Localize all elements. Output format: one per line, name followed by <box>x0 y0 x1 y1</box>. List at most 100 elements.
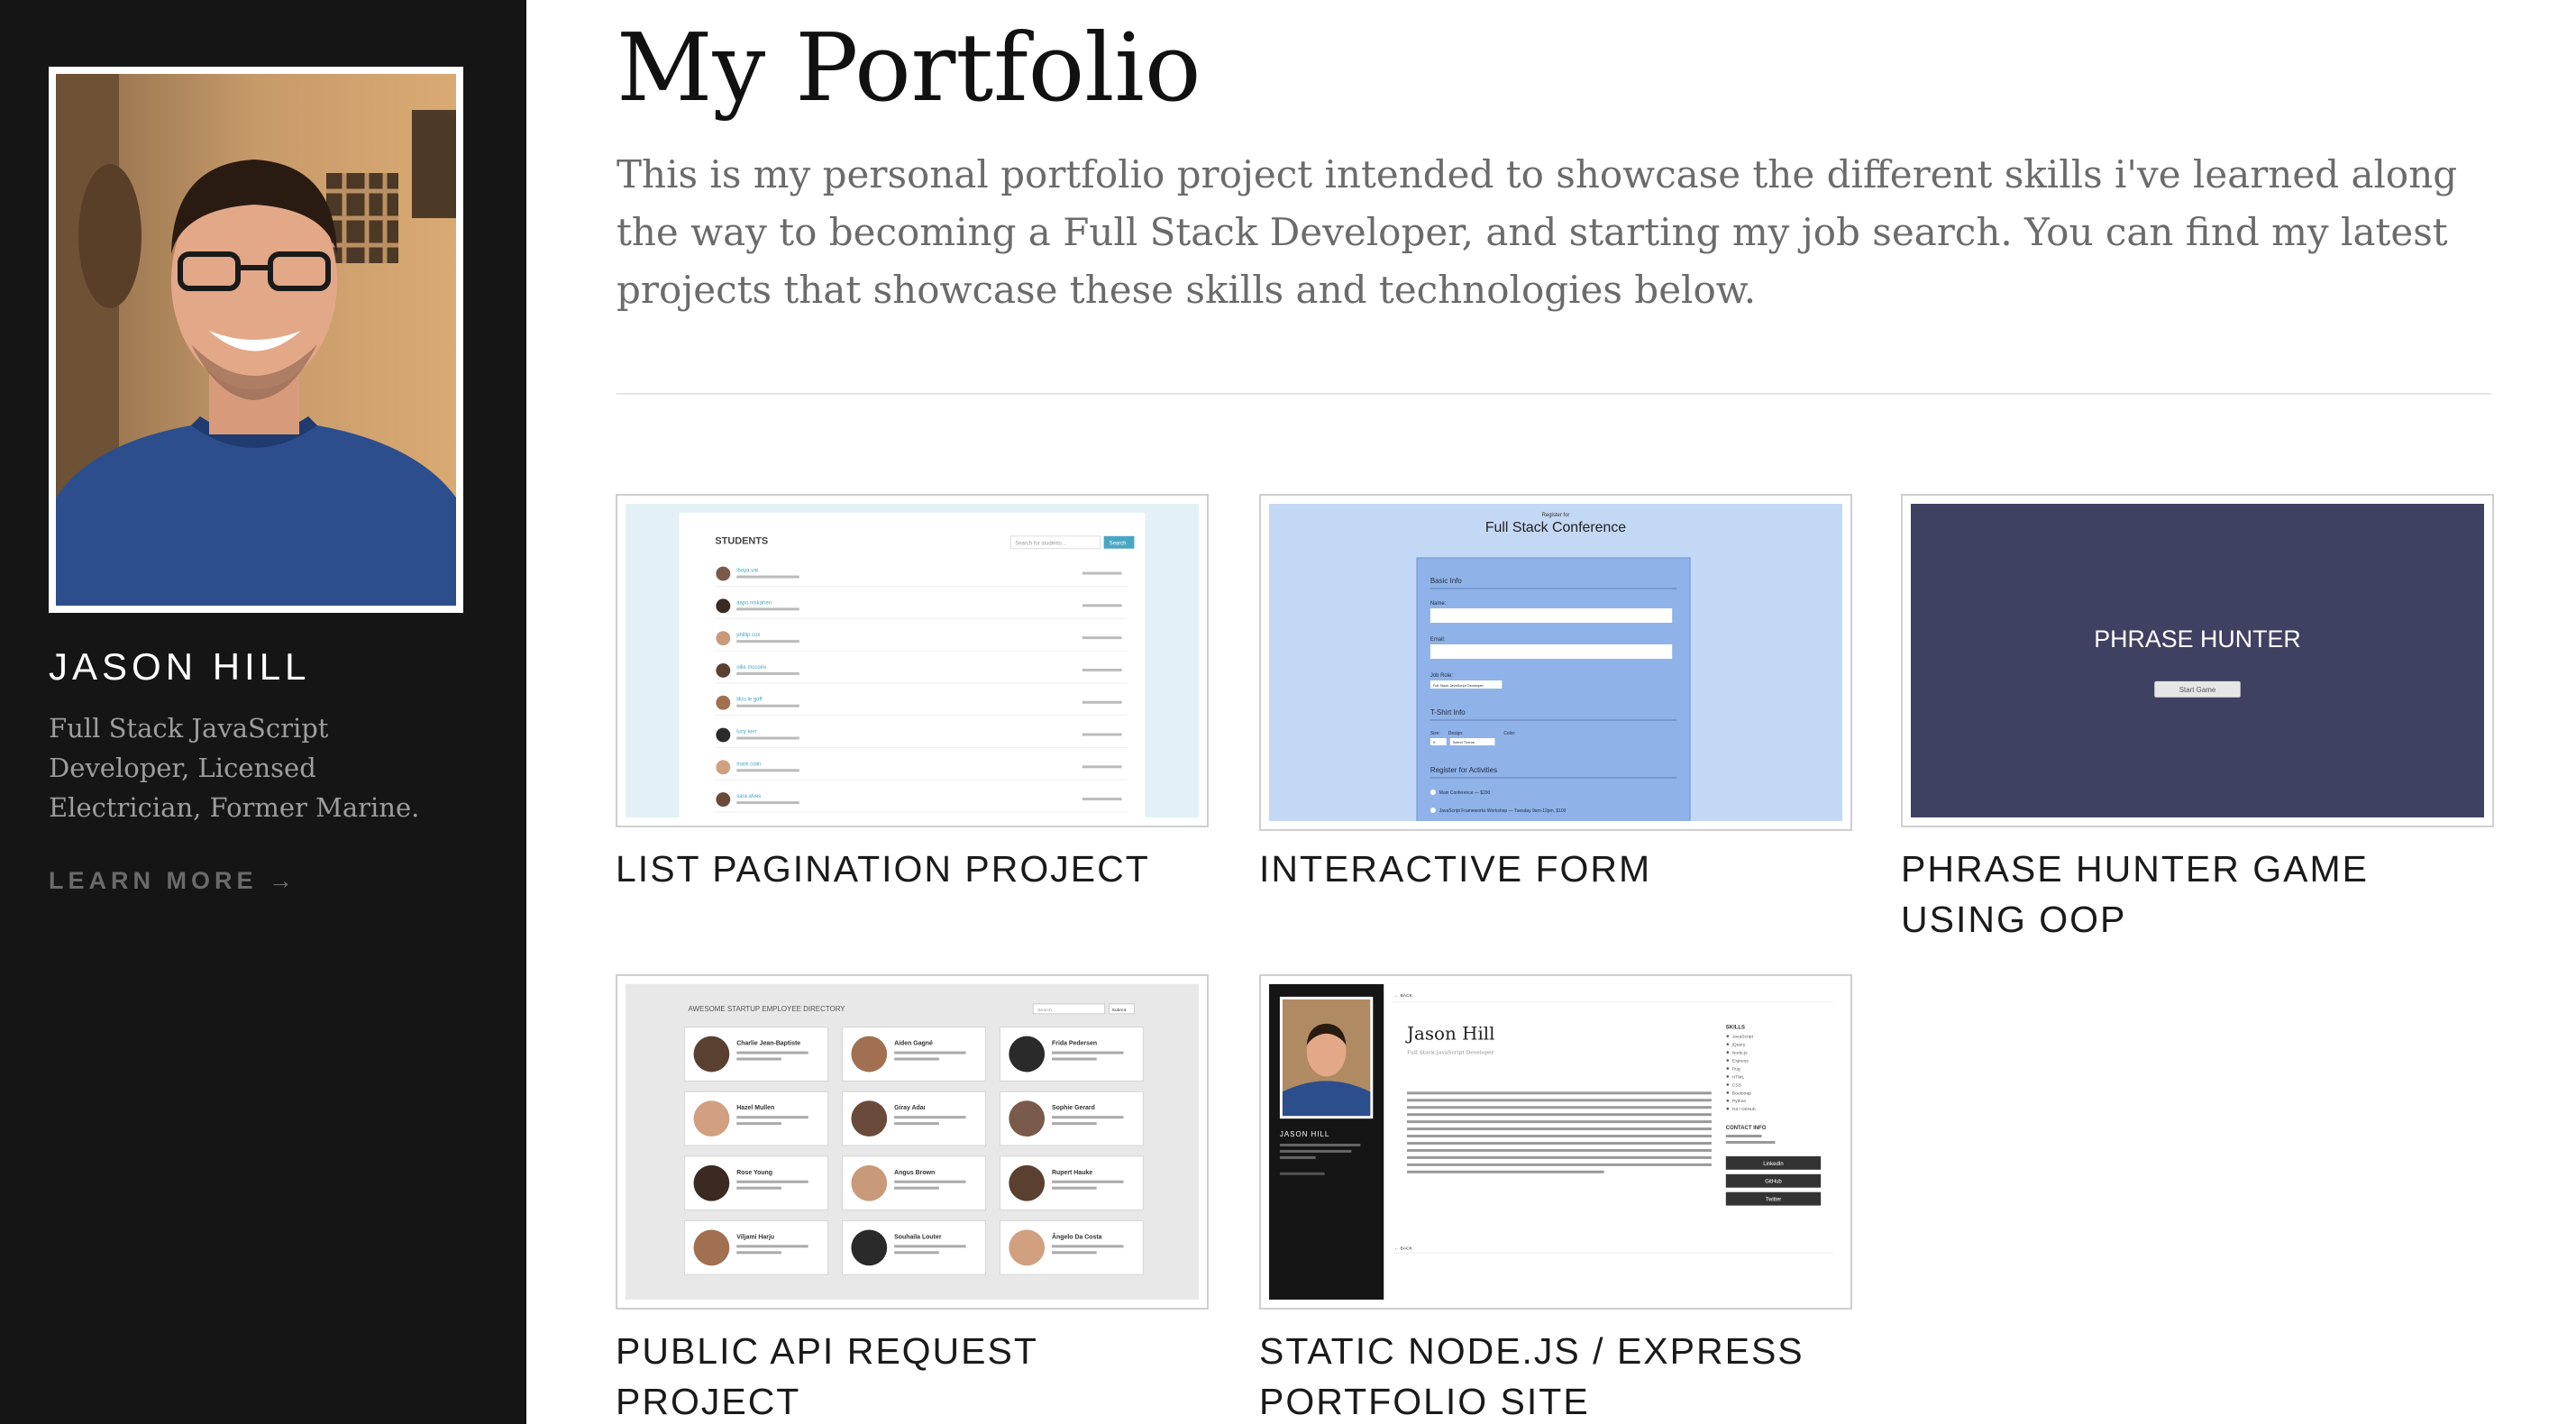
employee-name: Souhaila Louter <box>894 1234 942 1240</box>
student-name: lucy kerr <box>736 730 757 735</box>
project-card-phrase-hunter[interactable]: PHRASE HUNTER Start Game PHRASE HUNTER G… <box>1901 494 2496 945</box>
svg-text:Full Stack JavaScript Develope: Full Stack JavaScript Developer <box>1433 683 1484 688</box>
employee-avatar <box>693 1036 730 1073</box>
svg-text:S: S <box>1433 740 1436 744</box>
student-name: iboya vat <box>736 569 758 574</box>
skill-item: Node.js <box>1732 1051 1748 1056</box>
employee-avatar <box>693 1164 730 1201</box>
svg-text:GitHub: GitHub <box>1765 1180 1782 1185</box>
employee-avatar <box>851 1164 888 1201</box>
svg-text:Email:: Email: <box>1430 637 1446 643</box>
thumb-heading: STUDENTS <box>715 536 768 547</box>
employee-avatar <box>851 1036 888 1073</box>
project-card-interactive-form[interactable]: Register for Full Stack Conference Basic… <box>1259 494 1854 894</box>
svg-text:Color:: Color: <box>1503 731 1515 736</box>
svg-text:Design:: Design: <box>1448 731 1464 736</box>
skill-item: JavaScript <box>1732 1035 1754 1040</box>
skill-item: HTML <box>1732 1074 1745 1080</box>
svg-text:CONTACT INFO: CONTACT INFO <box>1726 1126 1767 1131</box>
thumb-start-button: Start Game <box>2179 686 2216 694</box>
employee-name: Angus Brown <box>894 1170 935 1176</box>
employee-name: Hazel Mullen <box>736 1105 774 1111</box>
project-card-list-pagination[interactable]: STUDENTS Search for students... Search i… <box>616 494 1210 894</box>
svg-text:Full Stack JavaScript Develope: Full Stack JavaScript Developer <box>1407 1050 1494 1056</box>
employee-name: Charlie Jean-Baptiste <box>736 1041 800 1047</box>
student-avatar <box>716 760 731 775</box>
svg-text:JASON HILL: JASON HILL <box>1280 1130 1329 1138</box>
svg-text:← BACK: ← BACK <box>1394 993 1413 999</box>
svg-text:← BACK: ← BACK <box>1394 1246 1413 1251</box>
employee-name: Ângelo Da Costa <box>1052 1232 1102 1240</box>
project-title[interactable]: PHRASE HUNTER GAME USING OOP <box>1901 844 2496 945</box>
skill-item: jQuery <box>1731 1043 1746 1048</box>
skill-item: Python <box>1732 1099 1747 1104</box>
thumb-heading: AWESOME STARTUP EMPLOYEE DIRECTORY <box>689 1005 846 1013</box>
profile-name: JASON HILL <box>49 645 311 688</box>
skill-item: Bootstrap <box>1732 1091 1751 1096</box>
svg-text:Basic Info: Basic Info <box>1430 577 1462 585</box>
project-title[interactable]: LIST PAGINATION PROJECT <box>616 844 1210 894</box>
employee-name: Giray Adaı <box>894 1105 926 1111</box>
svg-text:Size:: Size: <box>1430 731 1440 736</box>
student-avatar <box>716 631 731 646</box>
profile-tagline: Full Stack JavaScript Developer, License… <box>49 713 420 823</box>
employee-name: Rupert Hauke <box>1052 1170 1092 1176</box>
student-avatar <box>716 662 731 678</box>
employee-avatar <box>693 1100 730 1137</box>
student-avatar <box>716 792 731 808</box>
project-thumbnail[interactable]: PHRASE HUNTER Start Game <box>1901 494 2494 827</box>
skill-item: Pug <box>1732 1066 1740 1072</box>
project-title[interactable]: INTERACTIVE FORM <box>1259 844 1854 894</box>
project-title[interactable]: STATIC NODE.JS / EXPRESS PORTFOLIO SITE <box>1259 1326 1854 1424</box>
skill-item: Git / GitHub <box>1732 1107 1756 1112</box>
thumb-heading: PHRASE HUNTER <box>2094 625 2301 653</box>
svg-text:SKILLS: SKILLS <box>1726 1026 1745 1031</box>
employee-name: Viljami Harju <box>736 1234 774 1240</box>
avatar <box>49 67 463 613</box>
student-avatar <box>716 566 731 581</box>
thumb-search-placeholder: Search for students... <box>1015 542 1066 547</box>
svg-text:Twitter: Twitter <box>1766 1198 1782 1203</box>
divider <box>617 393 2491 395</box>
project-card-public-api[interactable]: AWESOME STARTUP EMPLOYEE DIRECTORY Searc… <box>616 974 1210 1424</box>
svg-text:JavaScript Frameworks Workshop: JavaScript Frameworks Workshop — Tuesday… <box>1439 808 1567 814</box>
svg-text:Job Role:: Job Role: <box>1430 673 1453 679</box>
profile-sidebar: JASON HILL Full Stack JavaScript Develop… <box>0 0 526 1424</box>
student-name: mark colin <box>736 762 761 767</box>
project-thumbnail[interactable]: JASON HILL ← BACK Jason Hill Full Stack … <box>1259 974 1852 1310</box>
project-card-node-portfolio[interactable]: JASON HILL ← BACK Jason Hill Full Stack … <box>1259 974 1854 1424</box>
svg-text:Main Conference — $200: Main Conference — $200 <box>1439 790 1491 796</box>
learn-more-link[interactable]: LEARN MORE → <box>49 867 297 895</box>
employee-avatar <box>1009 1100 1046 1137</box>
employee-avatar <box>1009 1229 1046 1266</box>
project-thumbnail[interactable]: STUDENTS Search for students... Search i… <box>616 494 1209 827</box>
svg-text:T-Shirt Info: T-Shirt Info <box>1430 708 1466 717</box>
svg-text:Select Theme: Select Theme <box>1453 740 1475 744</box>
employee-name: Frida Pedersen <box>1052 1041 1097 1047</box>
project-thumbnail[interactable]: Register for Full Stack Conference Basic… <box>1259 494 1852 831</box>
employee-avatar <box>693 1229 730 1266</box>
employee-avatar <box>1009 1036 1046 1073</box>
student-name: lilou le goff <box>736 698 763 703</box>
skill-item: CSS <box>1732 1082 1742 1088</box>
employee-avatar <box>851 1229 888 1266</box>
svg-text:Submit: Submit <box>1112 1008 1127 1013</box>
employee-name: Aiden Gagné <box>894 1041 933 1047</box>
student-name: sara alves <box>736 794 761 799</box>
svg-text:LinkedIn: LinkedIn <box>1763 1162 1784 1167</box>
svg-text:Jason Hill: Jason Hill <box>1405 1024 1494 1045</box>
avatar-photo <box>56 74 456 606</box>
svg-text:Name:: Name: <box>1430 601 1447 607</box>
student-avatar <box>716 695 731 710</box>
skill-item: Express <box>1732 1059 1749 1064</box>
thumb-heading: Full Stack Conference <box>1485 520 1626 535</box>
thumb-search-button: Search <box>1110 542 1127 547</box>
employee-name: Rose Young <box>736 1170 772 1176</box>
employee-name: Sophie Gerard <box>1052 1105 1095 1111</box>
employee-avatar <box>851 1100 888 1137</box>
thumb-kicker: Register for <box>1542 513 1570 518</box>
project-thumbnail[interactable]: AWESOME STARTUP EMPLOYEE DIRECTORY Searc… <box>616 974 1209 1310</box>
svg-text:Register for Activities: Register for Activities <box>1430 766 1497 774</box>
employee-avatar <box>1009 1164 1046 1201</box>
project-title[interactable]: PUBLIC API REQUEST PROJECT <box>616 1326 1210 1424</box>
